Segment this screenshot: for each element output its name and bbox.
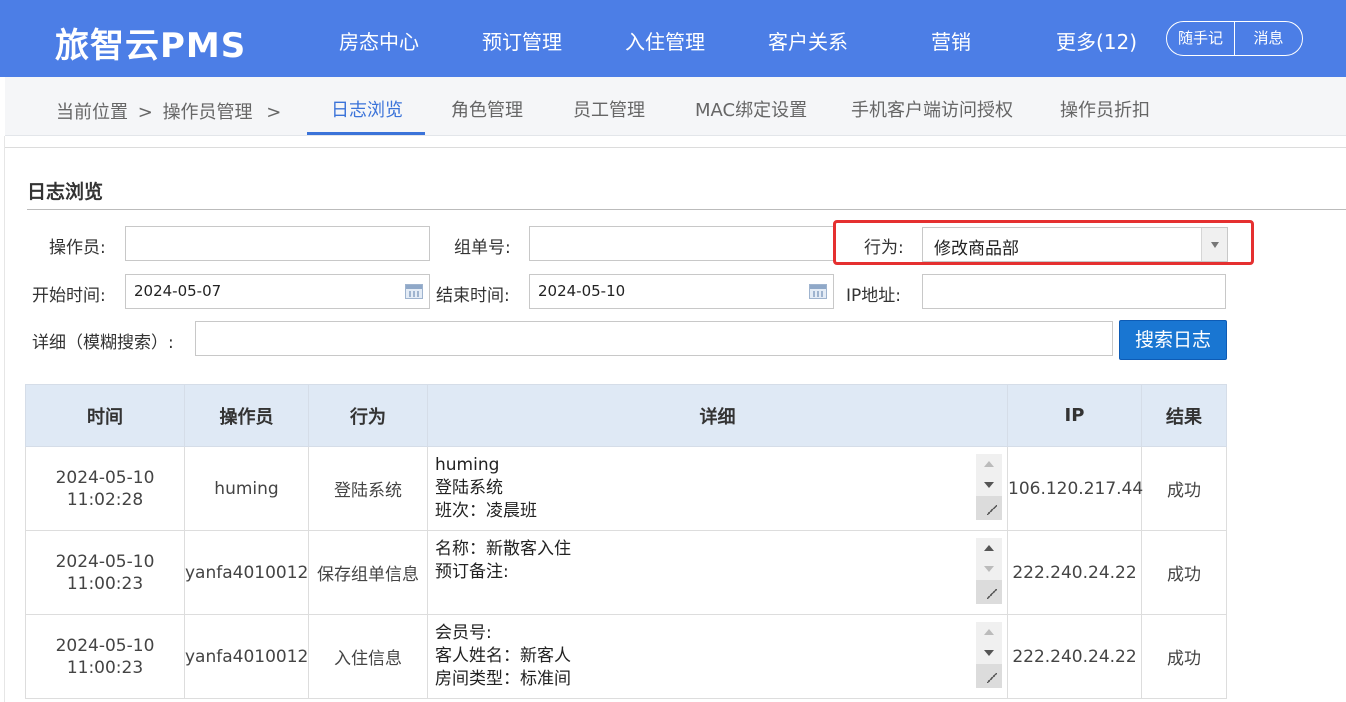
time-cell: 2024-05-10 11:00:23 xyxy=(25,614,185,699)
scroll-up-icon[interactable] xyxy=(976,538,1002,558)
result-cell: 成功 xyxy=(1141,530,1227,615)
table-row: 2024-05-10 11:00:23 yanfa4010012 入住信息 会员… xyxy=(25,614,1227,699)
nav-room-status[interactable]: 房态中心 xyxy=(339,26,419,55)
divider xyxy=(4,136,5,702)
detail-cell: 会员号: 客人姓名：新客人 房间类型：标准间 xyxy=(427,614,1008,699)
column-header-detail: 详细 xyxy=(427,384,1008,447)
ip-cell: 106.120.217.44 xyxy=(1007,446,1143,531)
column-header-result: 结果 xyxy=(1141,384,1227,447)
nav-reservations[interactable]: 预订管理 xyxy=(482,26,562,55)
ip-address-input[interactable] xyxy=(922,274,1226,309)
detail-textarea[interactable]: huming 登陆系统 班次：凌晨班 xyxy=(435,454,1007,528)
nav-customer-relations[interactable]: 客户关系 xyxy=(768,26,848,55)
end-time-input[interactable]: 2024-05-10 xyxy=(529,274,834,309)
resize-handle-icon[interactable] xyxy=(976,664,1002,688)
tab-operator-discount[interactable]: 操作员折扣 xyxy=(1060,96,1150,122)
tab-role-management[interactable]: 角色管理 xyxy=(451,96,523,122)
result-cell: 成功 xyxy=(1141,446,1227,531)
nav-checkin[interactable]: 入住管理 xyxy=(625,26,705,55)
ip-cell: 222.240.24.22 xyxy=(1007,614,1142,699)
end-time-value: 2024-05-10 xyxy=(538,282,626,300)
order-number-label: 组单号: xyxy=(454,238,511,258)
column-header-operator: 操作员 xyxy=(184,384,309,447)
scroll-up-icon[interactable] xyxy=(976,622,1002,642)
column-header-time: 时间 xyxy=(25,384,185,447)
start-time-label: 开始时间: xyxy=(32,286,106,306)
scroll-down-icon[interactable] xyxy=(976,559,1002,579)
table-row: 2024-05-10 11:02:28 huming 登陆系统 huming 登… xyxy=(25,446,1227,531)
date-text: 2024-05-10 xyxy=(55,467,155,488)
tab-log-browse[interactable]: 日志浏览 xyxy=(331,96,403,122)
page-title: 日志浏览 xyxy=(27,181,104,203)
highlight-annotation xyxy=(833,220,1254,265)
detail-textarea[interactable]: 会员号: 客人姓名：新客人 房间类型：标准间 xyxy=(435,622,1007,696)
tab-staff-management[interactable]: 员工管理 xyxy=(573,96,645,122)
search-log-button[interactable]: 搜索日志 xyxy=(1119,320,1227,360)
breadcrumb: 当前位置 > 操作员管理 > xyxy=(56,98,281,124)
date-text: 2024-05-10 xyxy=(55,635,155,656)
operator-cell: yanfa4010012 xyxy=(184,530,309,615)
tab-mobile-access[interactable]: 手机客户端访问授权 xyxy=(851,96,1013,122)
operator-cell: huming xyxy=(184,446,309,531)
messages-button[interactable]: 消息 xyxy=(1234,22,1302,55)
result-cell: 成功 xyxy=(1141,614,1227,699)
column-header-action: 行为 xyxy=(308,384,428,447)
end-time-label: 结束时间: xyxy=(436,286,510,306)
time-text: 11:00:23 xyxy=(66,657,144,678)
column-header-ip: IP xyxy=(1007,384,1142,447)
scrollbar[interactable] xyxy=(976,538,1002,604)
resize-handle-icon[interactable] xyxy=(976,496,1002,520)
table-row: 2024-05-10 11:00:23 yanfa4010012 保存组单信息 … xyxy=(25,530,1227,615)
ip-cell: 222.240.24.22 xyxy=(1007,530,1142,615)
time-cell: 2024-05-10 11:00:23 xyxy=(25,530,185,615)
nav-more[interactable]: 更多(12) xyxy=(1056,26,1137,55)
detail-cell: 名称：新散客入住 预订备注: xyxy=(427,530,1008,615)
resize-handle-icon[interactable] xyxy=(976,580,1002,604)
detail-search-input[interactable] xyxy=(195,321,1113,356)
time-cell: 2024-05-10 11:02:28 xyxy=(25,446,185,531)
scrollbar[interactable] xyxy=(976,454,1002,520)
breadcrumb-parent[interactable]: 操作员管理 xyxy=(163,102,253,123)
quick-actions: 随手记 消息 xyxy=(1166,21,1303,56)
breadcrumb-separator: > xyxy=(266,102,282,123)
top-navigation-bar: 旅智云PMS 房态中心 预订管理 入住管理 客户关系 营销 更多(12) 随手记… xyxy=(0,0,1346,77)
start-time-value: 2024-05-07 xyxy=(134,282,222,300)
calendar-icon[interactable] xyxy=(405,284,423,299)
detail-search-label: 详细（模糊搜索）: xyxy=(32,333,174,353)
scroll-down-icon[interactable] xyxy=(976,475,1002,495)
detail-textarea[interactable]: 名称：新散客入住 预订备注: xyxy=(435,538,1007,612)
operator-label: 操作员: xyxy=(49,238,106,258)
active-tab-indicator xyxy=(307,132,425,135)
divider xyxy=(5,147,1346,148)
log-table: 时间 操作员 行为 详细 IP 结果 2024-05-10 11:02:28 h… xyxy=(25,384,1227,699)
order-number-input[interactable] xyxy=(529,226,834,261)
divider xyxy=(27,209,1346,210)
action-cell: 登陆系统 xyxy=(308,446,428,531)
operator-input[interactable] xyxy=(125,226,430,261)
tab-mac-binding[interactable]: MAC绑定设置 xyxy=(695,96,807,122)
breadcrumb-separator: > xyxy=(137,102,153,123)
operator-cell: yanfa4010012 xyxy=(184,614,309,699)
time-text: 11:02:28 xyxy=(66,489,144,510)
nav-marketing[interactable]: 营销 xyxy=(931,26,971,55)
quick-note-button[interactable]: 随手记 xyxy=(1167,22,1234,55)
action-cell: 保存组单信息 xyxy=(308,530,428,615)
date-text: 2024-05-10 xyxy=(55,551,155,572)
scroll-up-icon[interactable] xyxy=(976,454,1002,474)
start-time-input[interactable]: 2024-05-07 xyxy=(125,274,430,309)
scrollbar[interactable] xyxy=(976,622,1002,688)
scroll-down-icon[interactable] xyxy=(976,643,1002,663)
calendar-icon[interactable] xyxy=(809,284,827,299)
breadcrumb-label: 当前位置 xyxy=(56,102,128,123)
action-cell: 入住信息 xyxy=(308,614,428,699)
time-text: 11:00:23 xyxy=(66,573,144,594)
ip-address-label: IP地址: xyxy=(846,286,901,306)
sub-navigation-bar: 当前位置 > 操作员管理 > 日志浏览 角色管理 员工管理 MAC绑定设置 手机… xyxy=(5,77,1346,136)
app-logo[interactable]: 旅智云PMS xyxy=(55,18,246,67)
table-header-row: 时间 操作员 行为 详细 IP 结果 xyxy=(25,384,1227,447)
detail-cell: huming 登陆系统 班次：凌晨班 xyxy=(427,446,1008,531)
